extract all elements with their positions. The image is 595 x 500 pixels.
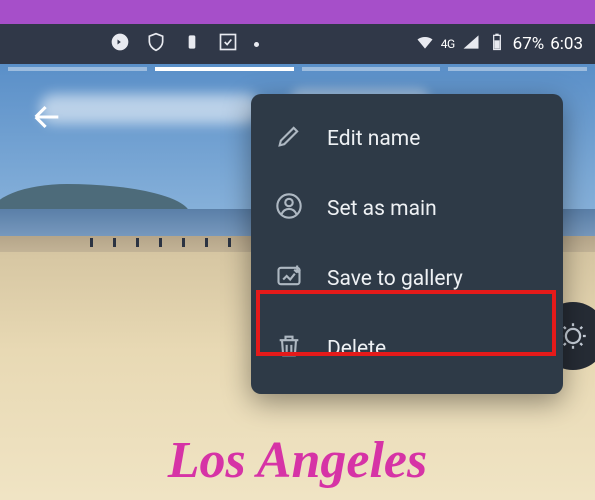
tab-3[interactable] — [302, 67, 441, 71]
save-image-icon — [275, 262, 303, 296]
menu-label: Set as main — [327, 197, 437, 221]
photo-tabs[interactable] — [0, 64, 595, 74]
sound-icon — [110, 32, 130, 57]
wifi-icon — [415, 32, 435, 57]
tab-2[interactable] — [155, 67, 294, 71]
menu-label: Save to gallery — [327, 267, 463, 291]
battery-percent: 67% — [513, 34, 545, 54]
top-accent-bar — [0, 0, 595, 24]
menu-edit-name[interactable]: Edit name — [251, 104, 563, 174]
clock: 6:03 — [550, 34, 583, 54]
tab-1[interactable] — [8, 67, 147, 71]
photo-caption: Los Angeles — [0, 431, 595, 490]
tab-4[interactable] — [448, 67, 587, 71]
shield-icon — [146, 32, 166, 57]
status-left — [110, 32, 259, 57]
status-right: 4G 67% 6:03 — [415, 32, 583, 57]
context-menu: Edit name Set as main Save to gallery De… — [251, 94, 563, 394]
menu-label: Edit name — [327, 127, 420, 151]
status-bar: 4G 67% 6:03 — [0, 24, 595, 64]
trash-icon — [275, 332, 303, 366]
screen: 4G 67% 6:03 Edit name S — [0, 0, 595, 500]
menu-save-to-gallery[interactable]: Save to gallery — [251, 244, 563, 314]
toggle-icon — [182, 32, 202, 57]
pencil-icon — [275, 122, 303, 156]
menu-set-as-main[interactable]: Set as main — [251, 174, 563, 244]
network-label: 4G — [441, 37, 455, 51]
menu-delete[interactable]: Delete — [251, 314, 563, 384]
signal-icon — [461, 32, 481, 57]
more-indicator-icon — [254, 42, 259, 47]
menu-label: Delete — [327, 337, 386, 361]
battery-icon — [487, 32, 507, 57]
person-icon — [275, 192, 303, 226]
screenshot-icon — [218, 32, 238, 57]
back-button[interactable] — [30, 100, 64, 138]
